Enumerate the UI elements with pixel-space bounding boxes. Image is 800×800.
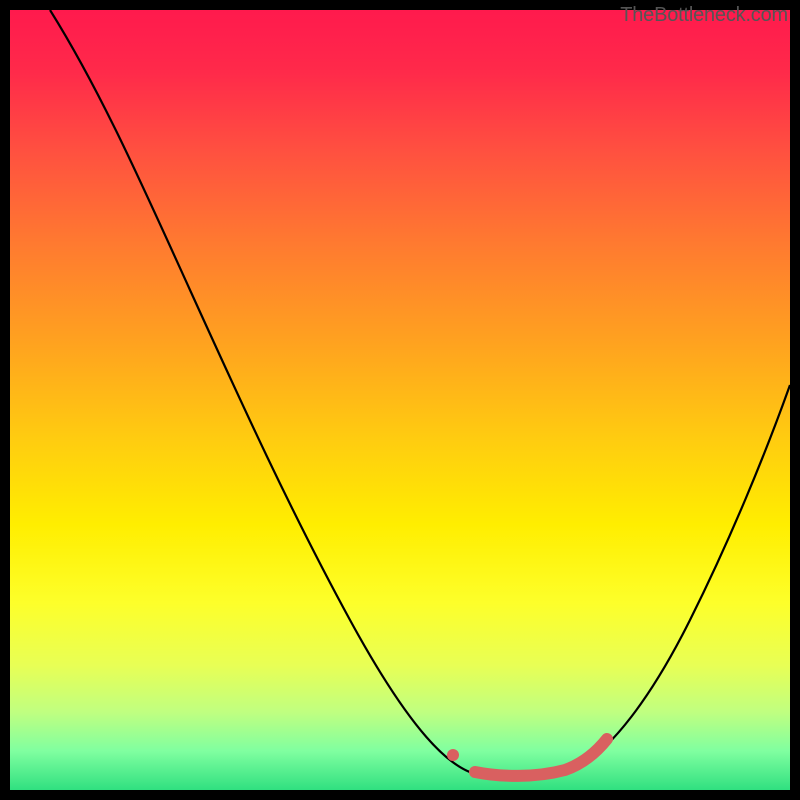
bottleneck-curve: [50, 10, 790, 778]
chart-svg: [10, 10, 790, 790]
valley-dot: [447, 749, 459, 761]
valley-highlight: [475, 739, 607, 776]
chart-plot-area: [10, 10, 790, 790]
watermark-text: TheBottleneck.com: [620, 4, 788, 27]
